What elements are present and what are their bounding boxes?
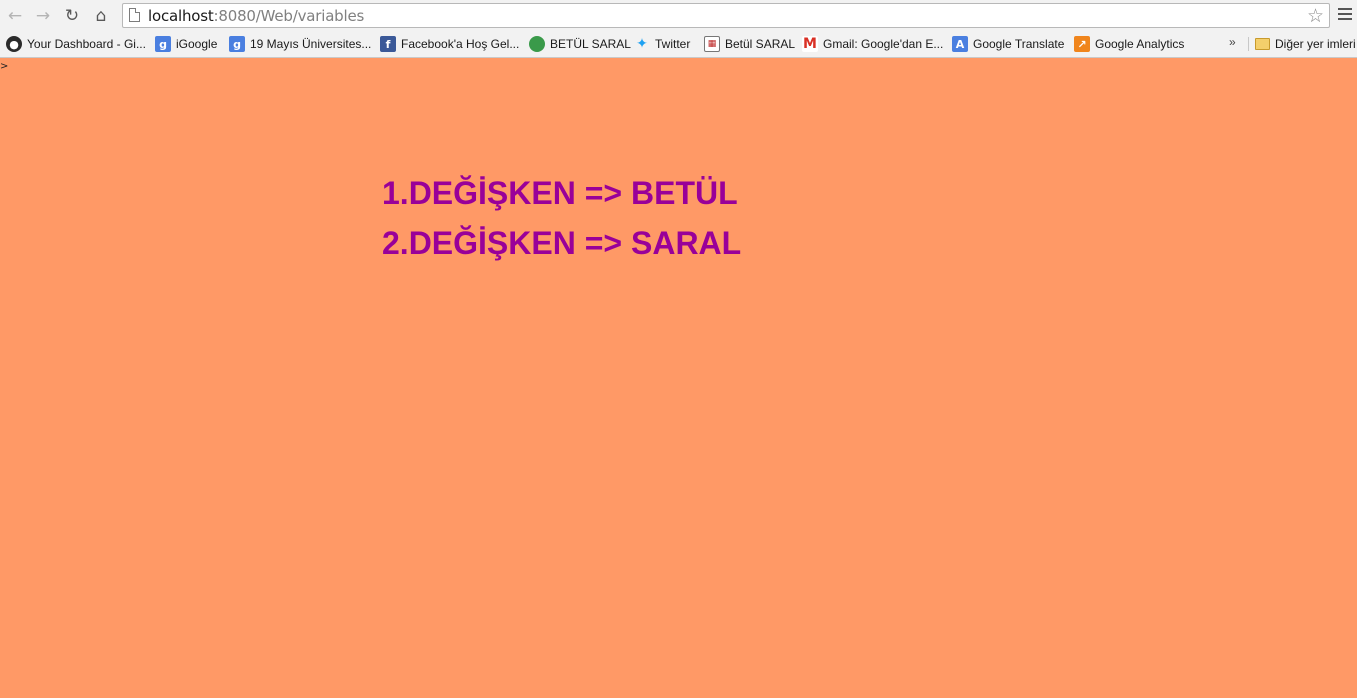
bookmark-label: Google Translate <box>973 37 1065 51</box>
stray-text: > <box>0 61 9 72</box>
more-bookmarks-button[interactable]: » <box>1229 35 1236 49</box>
bookmark-item[interactable]: A Google Translate <box>952 35 1064 53</box>
address-bar[interactable]: localhost:8080/Web/variables ☆ <box>122 3 1330 28</box>
browser-toolbar: ← → ↻ ⌂ localhost:8080/Web/variables ☆ <box>0 0 1357 31</box>
facebook-icon: f <box>380 36 396 52</box>
bookmark-item[interactable]: g iGoogle <box>155 35 217 53</box>
globe-icon <box>529 36 545 52</box>
browser-chrome: ← → ↻ ⌂ localhost:8080/Web/variables ☆ ●… <box>0 0 1357 58</box>
reload-icon[interactable]: ↻ <box>60 4 84 28</box>
page-icon <box>129 8 140 22</box>
bookmark-label: Facebook'a Hoş Gel... <box>401 37 520 51</box>
gmail-icon: M <box>802 36 818 52</box>
back-arrow-icon[interactable]: ← <box>3 4 27 28</box>
menu-icon[interactable] <box>1338 8 1352 22</box>
bookmark-label: Google Analytics <box>1095 37 1185 51</box>
folder-icon <box>1255 38 1270 50</box>
bookmarks-divider <box>1248 37 1249 51</box>
bookmark-item[interactable]: ↗ Google Analytics <box>1074 35 1184 53</box>
variable-line-2: 2.DEĞİŞKEN => SARAL <box>382 225 742 261</box>
bookmark-label: Betül SARAL <box>725 37 796 51</box>
bookmark-item[interactable]: ✦ Twitter <box>634 35 690 53</box>
variable-line-1: 1.DEĞİŞKEN => BETÜL <box>382 175 738 211</box>
analytics-icon: ↗ <box>1074 36 1090 52</box>
url-path: :8080/Web/variables <box>213 7 365 25</box>
blogger-icon: ▦ <box>704 36 720 52</box>
page-content: > 1.DEĞİŞKEN => BETÜL 2.DEĞİŞKEN => SARA… <box>0 58 1357 698</box>
bookmarks-bar: ● Your Dashboard - Gi... g iGoogle g 19 … <box>0 31 1357 57</box>
url-text[interactable]: localhost:8080/Web/variables <box>148 7 364 25</box>
bookmark-label: iGoogle <box>176 37 218 51</box>
translate-icon: A <box>952 36 968 52</box>
twitter-icon: ✦ <box>636 36 648 52</box>
bookmark-star-icon[interactable]: ☆ <box>1307 5 1324 27</box>
url-host: localhost <box>148 7 214 25</box>
home-icon[interactable]: ⌂ <box>89 4 113 28</box>
github-icon: ● <box>6 36 22 52</box>
bookmark-item[interactable]: f Facebook'a Hoş Gel... <box>380 35 519 53</box>
google-icon: g <box>229 36 245 52</box>
bookmark-item[interactable]: BETÜL SARAL <box>529 35 631 53</box>
bookmark-label: BETÜL SARAL <box>550 37 631 51</box>
bookmark-label: Gmail: Google'dan E... <box>823 37 944 51</box>
bookmark-label: Twitter <box>655 37 691 51</box>
bookmark-label: Your Dashboard - Gi... <box>27 37 146 51</box>
google-icon: g <box>155 36 171 52</box>
bookmark-item[interactable]: M Gmail: Google'dan E... <box>802 35 943 53</box>
forward-arrow-icon[interactable]: → <box>31 4 55 28</box>
bookmark-item[interactable]: ● Your Dashboard - Gi... <box>6 35 146 53</box>
bookmark-label: 19 Mayıs Üniversites... <box>250 37 372 51</box>
bookmark-item[interactable]: g 19 Mayıs Üniversites... <box>229 35 371 53</box>
other-bookmarks-label: Diğer yer imleri <box>1275 37 1356 51</box>
bookmark-item[interactable]: ▦ Betül SARAL <box>704 35 795 53</box>
other-bookmarks-folder[interactable]: Diğer yer imleri <box>1255 35 1356 53</box>
